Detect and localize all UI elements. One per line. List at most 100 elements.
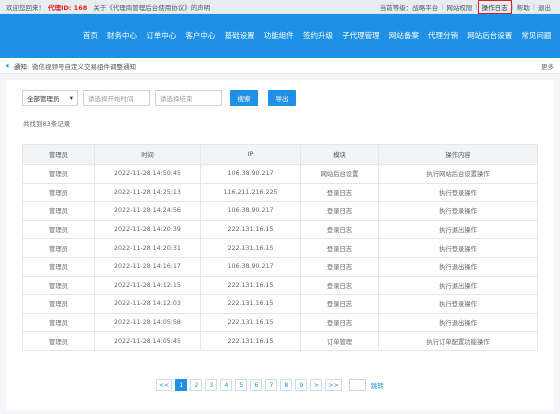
cell-admin: 管理员 [22, 219, 95, 240]
cell-module: 订单管理 [300, 331, 379, 351]
cell-ip: 116.211.216.225 [200, 182, 301, 203]
table-row: 管理员 2022-11-28 14:05:45 222.131.16.15 订单管理执… [22, 331, 538, 351]
nav-orders[interactable]: 订单中心 [142, 30, 181, 41]
cell-ip: 222.131.16.15 [200, 312, 301, 333]
more-link[interactable]: 更多 [541, 61, 554, 71]
table-row: 管理员 2022-11-28 14:12:03 222.131.16.15 登录日志执… [22, 294, 538, 314]
level-indicator[interactable]: 当前等级：战略平台 [377, 2, 442, 12]
page-4[interactable]: 4 [220, 379, 233, 391]
col-action: 操作内容 [378, 144, 538, 165]
notice-label: 通知: [13, 62, 30, 71]
cell-admin: 管理员 [22, 164, 95, 184]
record-count: 共找到83条记录 [23, 120, 71, 128]
cell-action: 执行退出操作 [378, 219, 538, 240]
logout-link[interactable]: 退出 [535, 2, 554, 12]
cell-action: 执行网站后台设置操作 [378, 164, 538, 184]
cell-time: 2022-11-28 14:12:03 [94, 294, 201, 314]
page-3[interactable]: 3 [205, 379, 218, 391]
goto-page-input[interactable] [348, 379, 366, 391]
cell-time: 2022-11-28 14:12:15 [94, 275, 201, 296]
top-links: 当前等级：战略平台 | 网站权限 | 操作日志 | 帮助 | 退出 [377, 0, 554, 14]
table-row: 管理员 2022-11-28 14:50:45 106.38.90.217 网站后台设… [22, 164, 538, 184]
nav-customers[interactable]: 客户中心 [181, 30, 220, 41]
agent-id: 代理ID: 168 [48, 3, 88, 12]
table-row: 管理员 2022-11-28 14:16:17 106.38.90.217 登录日志执… [22, 256, 538, 277]
cell-admin: 管理员 [22, 312, 95, 333]
page-7[interactable]: 7 [265, 379, 278, 391]
operation-log-link[interactable]: 操作日志 [477, 0, 512, 14]
cell-action: 执行订单配置功能操作 [378, 331, 538, 351]
page-1[interactable]: 1 [175, 379, 188, 391]
export-button[interactable]: 导出 [268, 90, 296, 106]
nav-site-filing[interactable]: 网站备案 [384, 30, 423, 41]
page-first[interactable]: << [156, 379, 173, 391]
goto-button[interactable]: 跳转 [371, 380, 384, 390]
col-admin: 管理员 [22, 144, 95, 165]
col-time: 时间 [94, 144, 201, 165]
admin-select-value: 全部管理员 [27, 95, 60, 103]
agreement-notice-link[interactable]: 关于《代理商管理后台使用协议》的声明 [93, 2, 210, 12]
table-row: 管理员 2022-11-28 14:05:58 222.131.16.15 登录日志执… [22, 312, 538, 333]
table-row: 管理员 2022-11-28 14:24:56 106.38.90.217 登录日志执… [22, 201, 538, 221]
cell-time: 2022-11-28 14:25:13 [94, 182, 201, 203]
nav-basic-settings[interactable]: 基础设置 [220, 30, 259, 41]
cell-module: 登录日志 [300, 219, 379, 240]
cell-action: 执行退出操作 [378, 312, 538, 333]
nav-upgrade[interactable]: 签约升级 [298, 30, 337, 41]
cell-module: 登录日志 [300, 238, 379, 258]
search-button[interactable]: 搜索 [230, 90, 258, 106]
nav-faq[interactable]: 常见问题 [517, 30, 556, 41]
notice-bar: 🔈︎ 通知: 微信视频号自定义交易组件调整通知 更多 [0, 58, 560, 74]
cell-admin: 管理员 [22, 331, 95, 351]
start-time-input[interactable]: 请选择开始时间 [83, 90, 150, 106]
end-time-input[interactable]: 请选择结束 [155, 90, 222, 106]
cell-time: 2022-11-28 14:20:31 [94, 238, 201, 258]
cell-action: 执行登录操作 [378, 201, 538, 221]
page-2[interactable]: 2 [190, 379, 203, 391]
cell-ip: 222.131.16.15 [200, 331, 301, 351]
help-link[interactable]: 帮助 [514, 2, 533, 12]
cell-module: 登录日志 [300, 182, 379, 203]
cell-time: 2022-11-28 14:16:17 [94, 256, 201, 277]
site-permissions-link[interactable]: 网站权限 [443, 2, 475, 12]
nav-distribution[interactable]: 代理分销 [423, 30, 462, 41]
cell-admin: 管理员 [22, 256, 95, 277]
nav-components[interactable]: 功能组件 [259, 30, 298, 41]
notice-text[interactable]: 微信视频号自定义交易组件调整通知 [32, 61, 136, 71]
page-last[interactable]: >> [325, 379, 342, 391]
nav-sub-agents[interactable]: 子代理管理 [338, 30, 385, 41]
page-next[interactable]: > [310, 379, 323, 391]
cell-admin: 管理员 [22, 294, 95, 314]
page-9[interactable]: 9 [295, 379, 308, 391]
top-info-bar: 欢迎您回来！ 代理ID: 168 关于《代理商管理后台使用协议》的声明 当前等级… [0, 0, 560, 14]
page-5[interactable]: 5 [235, 379, 248, 391]
welcome-text: 欢迎您回来！ [6, 3, 45, 12]
cell-module: 登录日志 [300, 312, 379, 333]
cell-time: 2022-11-28 14:24:56 [94, 201, 201, 221]
table-row: 管理员 2022-11-28 14:25:13 116.211.216.225 登录日… [22, 182, 538, 203]
page-6[interactable]: 6 [250, 379, 263, 391]
cell-module: 登录日志 [300, 275, 379, 296]
cell-ip: 222.131.16.15 [200, 238, 301, 258]
cell-time: 2022-11-28 14:05:45 [94, 331, 201, 351]
cell-admin: 管理员 [22, 182, 95, 203]
cell-module: 登录日志 [300, 256, 379, 277]
cell-module: 登录日志 [300, 201, 379, 221]
table-row: 管理员 2022-11-28 14:12:15 222.131.16.15 登录日志执… [22, 275, 538, 296]
cell-action: 执行退出操作 [378, 256, 538, 277]
cell-time: 2022-11-28 14:05:58 [94, 312, 201, 333]
page-8[interactable]: 8 [280, 379, 293, 391]
pagination: << 1 2 3 4 5 6 7 8 9 > >> 跳转 [156, 379, 384, 391]
cell-admin: 管理员 [22, 201, 95, 221]
cell-ip: 222.131.16.15 [200, 219, 301, 240]
chevron-down-icon: ▾ [69, 94, 73, 102]
cell-action: 执行登录操作 [378, 294, 538, 314]
log-panel: 全部管理员 ▾ 请选择开始时间 请选择结束 搜索 导出 共找到83条记录 管理员… [6, 80, 554, 410]
speaker-icon: 🔈︎ [6, 60, 11, 70]
cell-admin: 管理员 [22, 238, 95, 258]
nav-finance[interactable]: 财务中心 [102, 30, 141, 41]
admin-select[interactable]: 全部管理员 ▾ [22, 90, 78, 106]
nav-site-admin-settings[interactable]: 网站后台设置 [463, 30, 517, 41]
cell-ip: 222.131.16.15 [200, 275, 301, 296]
nav-home[interactable]: 首页 [78, 30, 102, 41]
